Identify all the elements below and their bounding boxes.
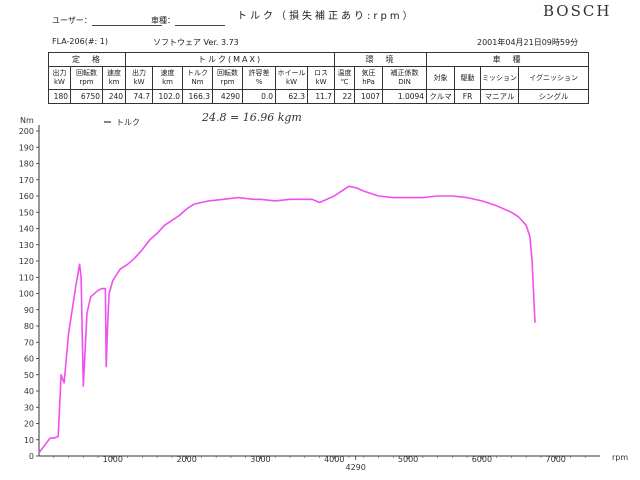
y-tick-label: 60 — [24, 355, 34, 364]
x-tick-label: 5000 — [398, 455, 418, 464]
x-tick-label: 3000 — [250, 455, 270, 464]
x-tick-label: 7000 — [546, 455, 566, 464]
y-tick-label: 0 — [29, 452, 34, 461]
y-tick-label: 40 — [24, 387, 34, 396]
y-tick-label: 150 — [19, 208, 34, 217]
x-tick-label: 4000 — [324, 455, 344, 464]
y-tick-label: 180 — [19, 160, 34, 169]
y-tick-label: 10 — [24, 436, 34, 445]
y-tick-label: 30 — [24, 403, 34, 412]
y-tick-label: 50 — [24, 371, 34, 380]
x-tick-label: 6000 — [472, 455, 492, 464]
y-tick-label: 190 — [19, 143, 34, 152]
y-tick-label: 200 — [19, 127, 34, 136]
x-axis-label: rpm — [612, 453, 628, 462]
peak-rpm-label: 4290 — [345, 463, 365, 472]
x-tick-label: 1000 — [103, 455, 123, 464]
y-axis-label: Nm — [20, 116, 34, 125]
torque-chart: 0 10 20 30 40 50 60 70 80 90 100 110 120 130 140 150 160… — [19, 116, 629, 472]
y-tick-label: 140 — [19, 225, 34, 234]
torque-series-line — [38, 185, 536, 454]
y-tick-label: 90 — [24, 306, 34, 315]
y-tick-label: 110 — [19, 273, 34, 282]
y-tick-label: 70 — [24, 338, 34, 347]
y-tick-label: 170 — [19, 176, 34, 185]
y-tick-label: 80 — [24, 322, 34, 331]
legend-label: トルク — [116, 118, 140, 127]
y-tick-label: 160 — [19, 192, 34, 201]
x-tick-label: 2000 — [176, 455, 196, 464]
y-tick-label: 130 — [19, 241, 34, 250]
y-tick-label: 120 — [19, 257, 34, 266]
y-tick-label: 100 — [19, 290, 34, 299]
y-tick-label: 20 — [24, 420, 34, 429]
